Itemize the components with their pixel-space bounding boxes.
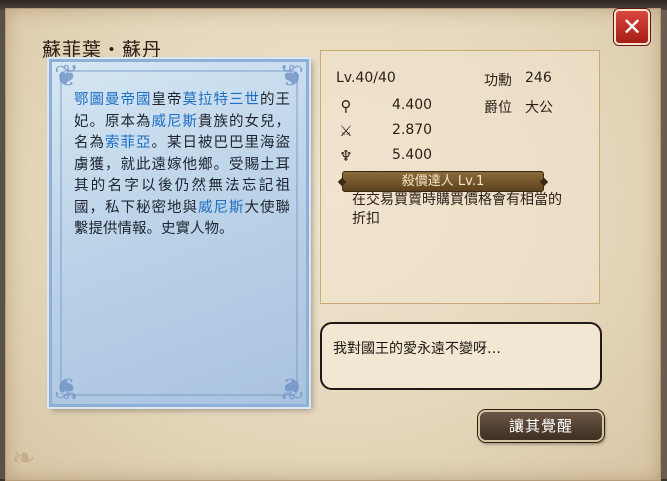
- character-biography: 鄂圖曼帝國皇帝莫拉特三世的王妃。原本為威尼斯貴族的女兒，名為索菲亞。某日被巴巴里…: [74, 90, 290, 241]
- bio-highlight: 鄂圖曼帝國: [74, 92, 152, 108]
- bio-highlight: 威尼斯: [151, 113, 199, 130]
- merit-label: 功勳: [484, 73, 512, 89]
- awaken-button[interactable]: 讓其覺醒: [478, 410, 604, 442]
- close-button[interactable]: ✕: [614, 9, 650, 45]
- character-name: 蘇菲葉・蘇丹: [42, 39, 163, 61]
- rank-label: 爵位: [484, 100, 512, 116]
- bird-icon: ♆: [339, 147, 353, 165]
- close-icon: ✕: [621, 13, 643, 41]
- merit-value: 246: [525, 70, 552, 86]
- ornament-icon: ❦: [278, 59, 304, 94]
- ornament-icon: ❧: [12, 441, 36, 474]
- ornament-icon: ❦: [54, 59, 80, 94]
- rank-value: 大公: [525, 100, 553, 116]
- bio-card: ❦ ❦ ❦ ❦ 鄂圖曼帝國皇帝莫拉特三世的王妃。原本為威尼斯貴族的女兒，名為索菲…: [49, 59, 309, 407]
- stat3-value: 5.400: [392, 147, 433, 163]
- speech-text: 我對國王的愛永遠不變呀…: [333, 341, 501, 357]
- sword-icon: ⚔: [339, 122, 353, 140]
- skill-name-badge: 殺價達人 Lv.1: [342, 171, 544, 192]
- combat-value: 2.870: [392, 122, 433, 138]
- ornament-icon: ❦: [278, 370, 304, 405]
- bio-highlight: 威尼斯: [198, 199, 245, 216]
- level-value: Lv.40/40: [336, 70, 396, 86]
- bio-highlight: 索菲亞: [105, 135, 152, 151]
- bio-segment: 皇帝: [151, 92, 183, 108]
- skill-description: 在交易買賣時購買價格會有相當的折扣: [352, 192, 562, 227]
- search-icon: ⚲: [340, 97, 352, 115]
- bio-highlight: 莫拉特三世: [182, 92, 261, 108]
- search-value: 4.400: [392, 97, 433, 113]
- speech-bubble: 我對國王的愛永遠不變呀…: [320, 322, 602, 390]
- ornament-icon: ❦: [54, 370, 80, 405]
